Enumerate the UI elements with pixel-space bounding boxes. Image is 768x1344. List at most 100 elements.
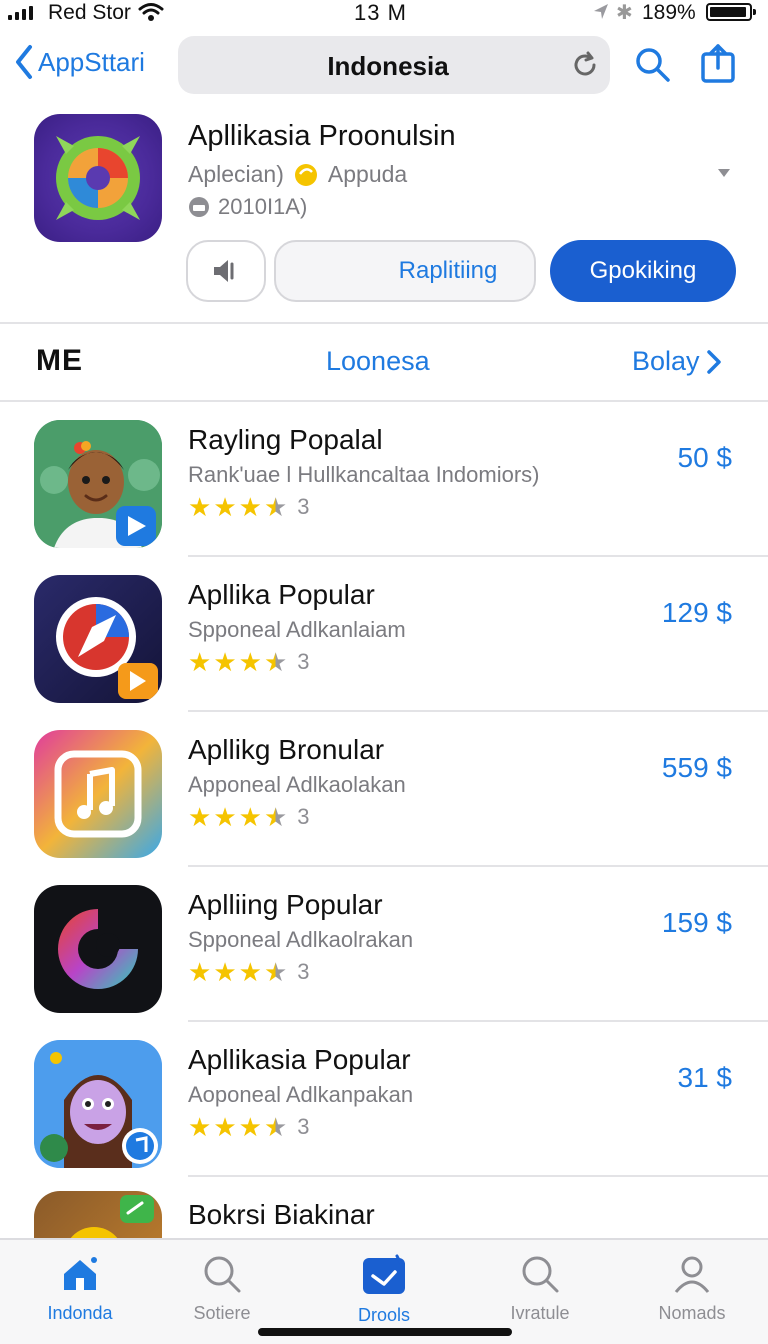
section-filter-link[interactable]: Loonesa: [326, 346, 430, 377]
get-button[interactable]: Gpokiking: [550, 240, 736, 302]
music-note-icon: [34, 730, 162, 858]
battery-percent: 189%: [642, 1, 696, 24]
address-text: Indonesia: [327, 51, 449, 81]
reload-icon[interactable]: [570, 50, 600, 80]
list-item[interactable]: Aplliing Popular Spponeal Adlkaolrakan ★…: [0, 867, 768, 1022]
divider: [0, 322, 768, 324]
list-item[interactable]: Apllikasia Popular Aoponeal Adlkanpakan …: [0, 1022, 768, 1177]
app-name: Rayling Popalal: [188, 424, 383, 455]
tab-profile[interactable]: Nomads: [642, 1254, 742, 1324]
star-icon: ★: [213, 492, 237, 522]
swirl-logo-icon: [34, 885, 162, 1013]
see-all-label: Bolay: [632, 346, 700, 376]
price-button[interactable]: 129 $: [662, 597, 732, 629]
list-item[interactable]: Apllikg Bronular Apponeal Adlkaolakan ★ ★…: [0, 712, 768, 867]
inbox-icon: [363, 1254, 405, 1294]
star-icon: ★: [238, 647, 262, 677]
star-icon: ★: [238, 802, 262, 832]
app-logo-icon: [34, 114, 162, 242]
app-developer: Aplecian): [188, 160, 284, 187]
star-half-icon: ★: [263, 1112, 288, 1142]
app-description: Spponeal Adlkanlaiam: [188, 617, 406, 642]
chevron-right-icon: [706, 349, 721, 374]
back-label: AppSttari: [38, 46, 145, 77]
share-icon[interactable]: [700, 44, 736, 84]
chevron-down-icon[interactable]: [717, 168, 731, 178]
audio-button[interactable]: [186, 240, 266, 302]
star-icon: ★: [238, 1112, 262, 1142]
rating-count: 3: [297, 1114, 310, 1139]
price-button[interactable]: 559 $: [662, 752, 732, 784]
star-rating: ★ ★ ★ ★ 3: [188, 649, 310, 675]
app-description: Apponeal Adlkaolakan: [188, 772, 406, 797]
location-icon: [594, 4, 608, 19]
person-icon: [674, 1256, 710, 1293]
tab-label: Drools: [357, 1305, 410, 1325]
age-badge-icon: [189, 197, 209, 217]
tab-search[interactable]: Sotiere: [172, 1254, 272, 1324]
secondary-action-button[interactable]: Raplitiing: [274, 240, 536, 302]
list-item[interactable]: Rayling Popalal Rank'uae l Hullkancaltaa…: [0, 402, 768, 557]
clock: 13 M: [354, 0, 407, 25]
rating-count: 3: [297, 649, 310, 674]
star-icon: ★: [188, 802, 212, 832]
app-description: Spponeal Adlkaolrakan: [188, 927, 414, 952]
tab-home[interactable]: Indonda: [30, 1254, 130, 1324]
star-icon: ★: [188, 647, 212, 677]
tab-label: Indonda: [47, 1303, 113, 1323]
star-icon: ★: [213, 1112, 237, 1142]
search-icon[interactable]: [634, 46, 672, 84]
tab-explore[interactable]: Ivratule: [490, 1254, 590, 1324]
app-subtitle: Aplecian) Appuda: [188, 160, 407, 188]
tab-label: Ivratule: [510, 1303, 570, 1323]
app-name: Bokrsi Biakinar: [188, 1199, 375, 1230]
carrier-name: Red Stor: [48, 1, 131, 24]
star-half-icon: ★: [263, 492, 288, 522]
app-description: Rank'uae l Hullkancaltaa Indomiors): [188, 462, 540, 487]
star-icon: ★: [188, 492, 212, 522]
rating-count: 3: [297, 804, 310, 829]
search-icon: [204, 1256, 241, 1293]
chevron-left-icon: [16, 45, 32, 79]
star-rating: ★ ★ ★ ★ 3: [188, 1114, 310, 1140]
app-description: Aoponeal Adlkanpakan: [188, 1082, 414, 1107]
app-category: Appuda: [327, 160, 408, 187]
tab-label: Nomads: [658, 1303, 726, 1323]
speaker-icon: [214, 260, 234, 282]
search-icon: [522, 1256, 559, 1293]
app-name: Aplliing Popular: [188, 889, 383, 920]
home-indicator: [258, 1328, 512, 1336]
app-name: Apllikasia Popular: [188, 1044, 411, 1075]
rating-count: 3: [297, 494, 310, 519]
star-icon: ★: [213, 647, 237, 677]
star-icon: ★: [213, 802, 237, 832]
app-name: Apllika Popular: [188, 579, 375, 610]
back-button[interactable]: AppSttari: [14, 44, 145, 80]
star-icon: ★: [188, 957, 212, 987]
emoji-icon: [294, 164, 317, 186]
signal-icon: [8, 6, 33, 20]
price-button[interactable]: 31 $: [678, 1062, 733, 1094]
app-title: Apllikasia Proonulsin: [188, 120, 456, 152]
app-name: Apllikg Bronular: [188, 734, 385, 765]
star-half-icon: ★: [263, 802, 288, 832]
address-bar[interactable]: Indonesia: [178, 36, 610, 94]
home-icon: [64, 1257, 97, 1290]
star-half-icon: ★: [263, 647, 288, 677]
see-all-link[interactable]: Bolay: [632, 346, 722, 377]
star-half-icon: ★: [263, 957, 288, 987]
section-title: ME: [36, 344, 83, 377]
star-icon: ★: [238, 957, 262, 987]
star-rating: ★ ★ ★ ★ 3: [188, 959, 310, 985]
star-icon: ★: [238, 492, 262, 522]
star-icon: ★: [188, 1112, 212, 1142]
compass-play-icon: [34, 575, 162, 703]
cartoon-girl-icon: [34, 1040, 162, 1168]
price-button[interactable]: 159 $: [662, 907, 732, 939]
list-item[interactable]: Apllika Popular Spponeal Adlkanlaiam ★ ★ ★…: [0, 557, 768, 712]
tab-label: Sotiere: [193, 1303, 251, 1323]
price-button[interactable]: 50 $: [678, 442, 733, 474]
status-bar: Red Stor 13 M ✱ 189%: [0, 0, 768, 28]
tab-inbox[interactable]: Drools: [334, 1254, 434, 1326]
app-meta-text: 2010I1A): [218, 194, 308, 219]
